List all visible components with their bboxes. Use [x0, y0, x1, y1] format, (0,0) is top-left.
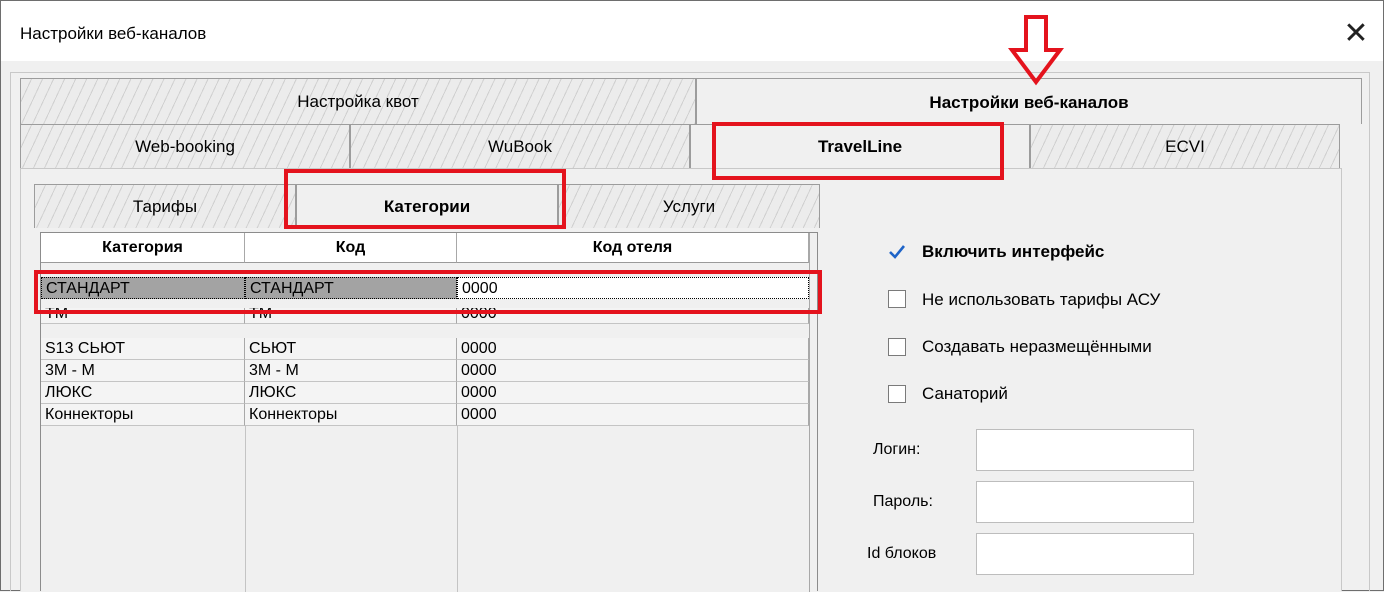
create-unplaced-checkbox[interactable]: [888, 338, 906, 356]
table-cell[interactable]: Коннекторы: [41, 404, 245, 426]
close-button[interactable]: ✕: [1336, 16, 1376, 52]
tab-label: Web-booking: [135, 137, 235, 156]
enable-interface-checkbox[interactable]: [888, 243, 906, 261]
tab-web-booking[interactable]: Web-booking: [20, 124, 350, 168]
table-cell[interactable]: 0000: [457, 382, 809, 404]
highlight-categories-tab: [284, 169, 566, 229]
window-title: Настройки веб-каналов: [20, 24, 207, 43]
tab-label: Тарифы: [132, 197, 198, 216]
tab-label: Услуги: [662, 197, 716, 216]
no-asu-rates-label[interactable]: Не использовать тарифы АСУ: [922, 290, 1160, 310]
no-asu-rates-checkbox[interactable]: [888, 290, 906, 308]
block-id-label: Id блоков: [867, 545, 937, 562]
table-cell[interactable]: Коннекторы: [245, 404, 457, 426]
table-cell[interactable]: 0000: [457, 338, 809, 360]
column-header-code[interactable]: Код: [245, 233, 457, 263]
title-bar: [1, 1, 1383, 61]
table-cell[interactable]: ЛЮКС: [245, 382, 457, 404]
table-cell[interactable]: S13 СЬЮТ: [41, 338, 245, 360]
column-header-hotel-code[interactable]: Код отеля: [457, 233, 809, 263]
table-cell[interactable]: 0000: [457, 404, 809, 426]
grid-column-divider: [245, 426, 246, 592]
tab-quota-settings[interactable]: Настройка квот: [20, 78, 696, 124]
tab-label: WuBook: [488, 137, 552, 156]
highlight-selected-row: [34, 270, 822, 314]
table-cell[interactable]: ЛЮКС: [41, 382, 245, 404]
create-unplaced-label[interactable]: Создавать неразмещёнными: [922, 337, 1152, 357]
password-field[interactable]: [976, 481, 1194, 523]
tab-services[interactable]: Услуги: [558, 184, 820, 228]
enable-interface-label[interactable]: Включить интерфейс: [922, 242, 1104, 262]
login-label: Логин:: [873, 441, 921, 458]
grid-column-divider: [457, 426, 458, 592]
tab-label: Настройка квот: [297, 92, 419, 111]
table-cell[interactable]: 3М - М: [41, 360, 245, 382]
block-id-field[interactable]: [976, 533, 1194, 575]
checkmark-icon: [889, 245, 906, 259]
table-cell[interactable]: СЬЮТ: [245, 338, 457, 360]
sanatorium-label[interactable]: Санаторий: [922, 384, 1008, 404]
login-field[interactable]: [976, 429, 1194, 471]
password-label: Пароль:: [873, 493, 933, 510]
down-arrow-outline-icon: [1008, 15, 1064, 86]
tab-wubook[interactable]: WuBook: [350, 124, 690, 168]
tab-label: ECVI: [1165, 137, 1205, 156]
tab-label: Настройки веб-каналов: [929, 93, 1129, 112]
tab-rates[interactable]: Тарифы: [34, 184, 296, 228]
table-cell[interactable]: 3М - М: [245, 360, 457, 382]
highlight-travelline-tab: [712, 122, 1004, 180]
tab-ecvi[interactable]: ECVI: [1030, 124, 1340, 168]
column-header-category[interactable]: Категория: [41, 233, 245, 263]
sanatorium-checkbox[interactable]: [888, 385, 906, 403]
table-cell[interactable]: 0000: [457, 360, 809, 382]
